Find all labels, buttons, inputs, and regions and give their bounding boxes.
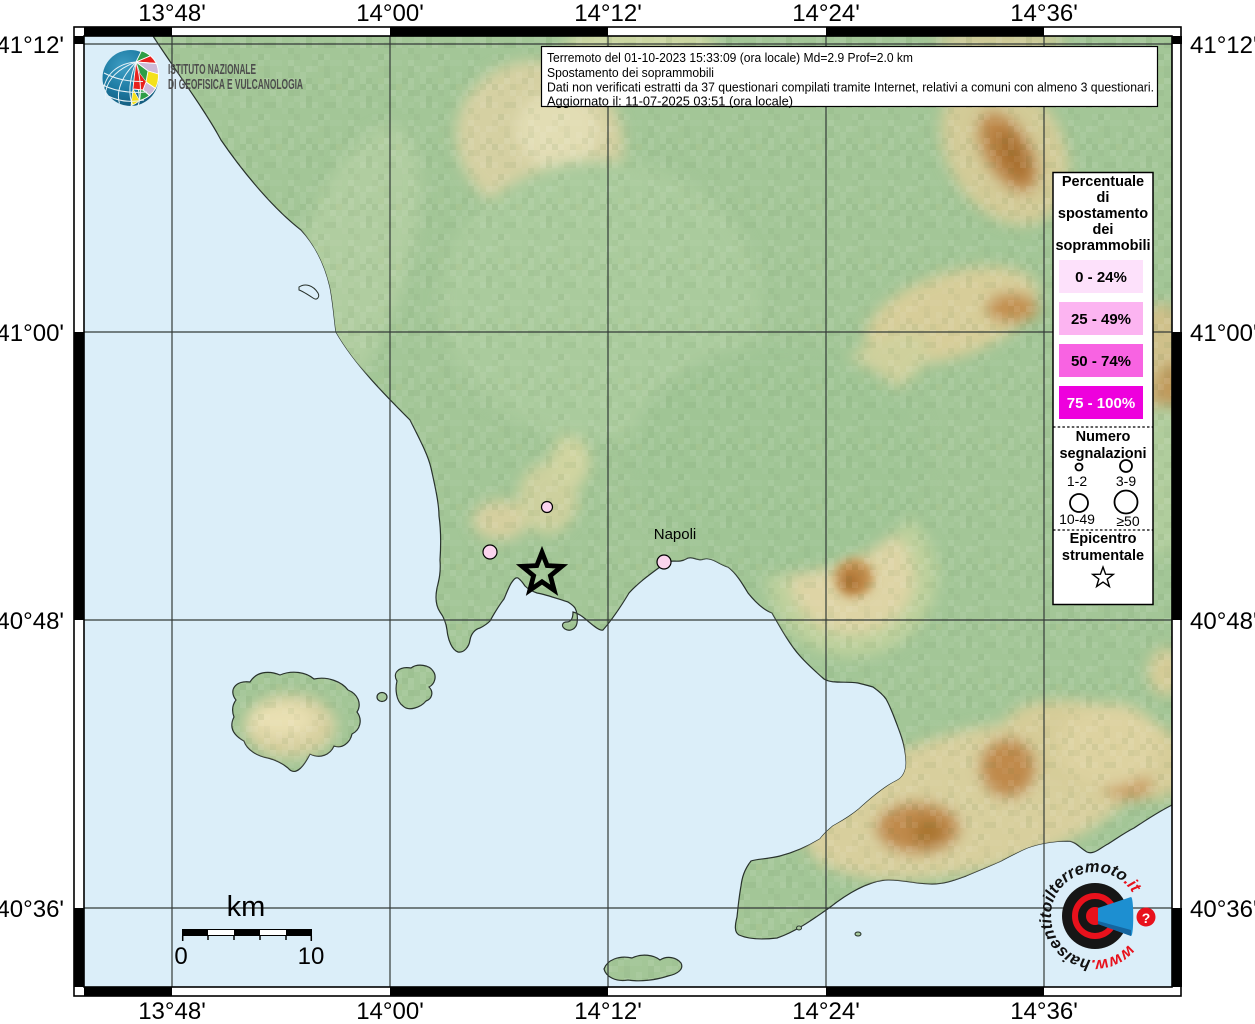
svg-text:≥50: ≥50 — [1116, 513, 1139, 529]
svg-text:14°12': 14°12' — [574, 998, 642, 1024]
svg-text:14°12': 14°12' — [574, 0, 642, 27]
svg-text:40°48': 40°48' — [0, 608, 64, 635]
svg-text:Napoli: Napoli — [654, 526, 697, 543]
svg-text:14°00': 14°00' — [356, 998, 424, 1024]
svg-text:14°24': 14°24' — [792, 0, 860, 27]
svg-text:10-49: 10-49 — [1059, 511, 1095, 527]
svg-text:ISTITUTO NAZIONALE: ISTITUTO NAZIONALE — [168, 62, 256, 78]
svg-text:14°00': 14°00' — [356, 0, 424, 27]
svg-text:25 - 49%: 25 - 49% — [1071, 311, 1131, 328]
svg-text:3-9: 3-9 — [1116, 473, 1136, 489]
svg-text:0: 0 — [174, 943, 187, 970]
svg-text:soprammobili: soprammobili — [1055, 238, 1150, 254]
svg-text:75 - 100%: 75 - 100% — [1067, 395, 1135, 412]
svg-text:km: km — [227, 891, 266, 923]
svg-text:50 - 74%: 50 - 74% — [1071, 353, 1131, 370]
svg-text:40°36': 40°36' — [1190, 896, 1255, 923]
svg-text:segnalazioni: segnalazioni — [1059, 446, 1146, 462]
svg-text:1-2: 1-2 — [1067, 473, 1087, 489]
svg-text:40°48': 40°48' — [1190, 608, 1255, 635]
svg-text:di: di — [1097, 190, 1110, 206]
svg-text:41°00': 41°00' — [1190, 320, 1255, 347]
svg-text:Terremoto del 01-10-2023 15:33: Terremoto del 01-10-2023 15:33:09 (ora l… — [547, 50, 913, 65]
svg-text:0 - 24%: 0 - 24% — [1075, 269, 1127, 286]
svg-text:strumentale: strumentale — [1062, 548, 1144, 564]
svg-text:DI GEOFISICA E VULCANOLOGIA: DI GEOFISICA E VULCANOLOGIA — [168, 77, 303, 93]
svg-text:13°48': 13°48' — [138, 0, 206, 27]
svg-text:41°12': 41°12' — [0, 32, 64, 59]
svg-text:14°24': 14°24' — [792, 998, 860, 1024]
svg-text:Aggiornato il: 11-07-2025 03:5: Aggiornato il: 11-07-2025 03:51 (ora loc… — [547, 93, 793, 108]
svg-text:10: 10 — [298, 943, 325, 970]
svg-text:41°00': 41°00' — [0, 320, 64, 347]
svg-text:dei: dei — [1093, 222, 1114, 238]
svg-text:14°36': 14°36' — [1010, 0, 1078, 27]
svg-text:Percentuale: Percentuale — [1062, 174, 1144, 190]
svg-text:?: ? — [1142, 910, 1151, 926]
svg-text:13°48': 13°48' — [138, 998, 206, 1024]
svg-text:41°12': 41°12' — [1190, 32, 1255, 59]
svg-text:Numero: Numero — [1076, 429, 1131, 445]
svg-text:14°36': 14°36' — [1010, 998, 1078, 1024]
svg-text:Spostamento dei soprammobili: Spostamento dei soprammobili — [547, 65, 714, 80]
svg-text:40°36': 40°36' — [0, 896, 64, 923]
svg-text:spostamento: spostamento — [1058, 206, 1148, 222]
svg-text:Epicentro: Epicentro — [1070, 531, 1137, 547]
